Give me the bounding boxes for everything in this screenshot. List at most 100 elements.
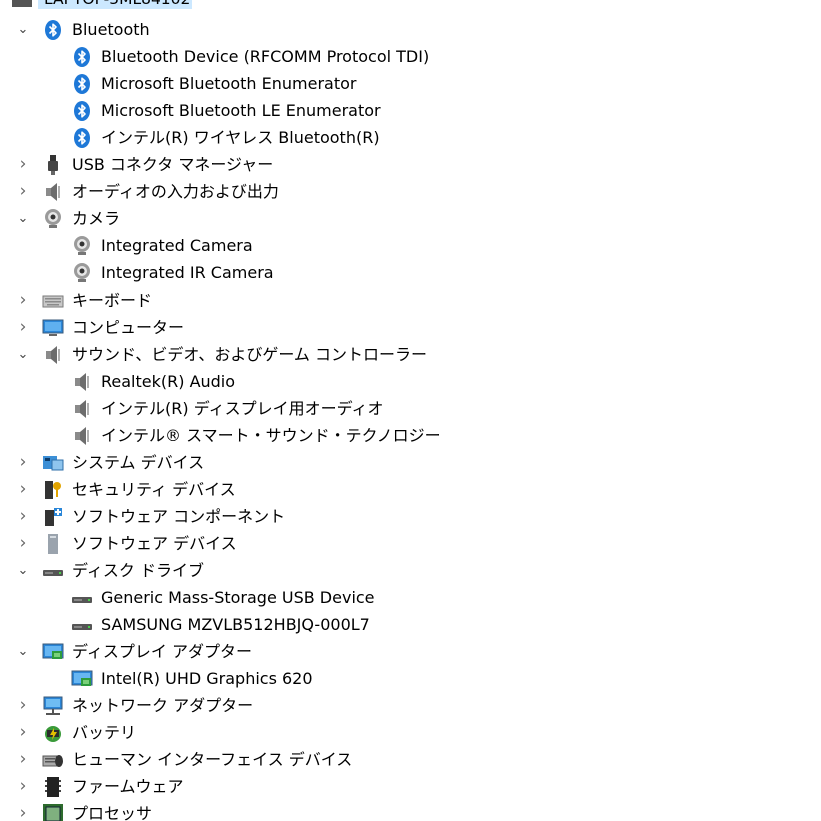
tree-category-row[interactable]: ⌄ サウンド、ビデオ、およびゲーム コントローラー xyxy=(0,341,821,368)
tree-category-row[interactable]: › セキュリティ デバイス xyxy=(0,476,821,503)
software-component-icon xyxy=(42,506,64,528)
tree-row-label: Bluetooth Device (RFCOMM Protocol TDI) xyxy=(101,47,430,67)
tree-category-row[interactable]: › ソフトウェア デバイス xyxy=(0,530,821,557)
camera-icon xyxy=(71,235,93,257)
collapse-chevron-right-icon[interactable]: › xyxy=(15,151,31,178)
tree-row-label: キーボード xyxy=(72,290,153,310)
tree-row-label: ヒューマン インターフェイス デバイス xyxy=(72,750,353,770)
tree-category-row[interactable]: › ソフトウェア コンポーネント xyxy=(0,503,821,530)
security-device-icon xyxy=(42,479,64,501)
keyboard-icon xyxy=(42,290,64,312)
tree-device-row[interactable]: Generic Mass-Storage USB Device xyxy=(0,584,821,611)
bluetooth-icon xyxy=(42,19,64,41)
speaker-icon xyxy=(42,181,64,203)
tree-row-label: インテル(R) ワイヤレス Bluetooth(R) xyxy=(101,128,380,148)
tree-device-row[interactable]: Realtek(R) Audio xyxy=(0,368,821,395)
expand-chevron-down-icon[interactable]: ⌄ xyxy=(15,557,31,584)
collapse-chevron-right-icon[interactable]: › xyxy=(15,530,31,557)
speaker-icon xyxy=(42,344,64,366)
tree-category-row[interactable]: › キーボード xyxy=(0,287,821,314)
tree-device-row[interactable]: インテル(R) ワイヤレス Bluetooth(R) xyxy=(0,124,821,151)
expand-chevron-down-icon[interactable]: ⌄ xyxy=(15,205,31,232)
tree-category-row[interactable]: › バッテリ xyxy=(0,719,821,746)
tree-row-label: コンピューター xyxy=(72,317,185,337)
tree-row-label: ソフトウェア コンポーネント xyxy=(72,506,286,526)
network-adapter-icon xyxy=(42,695,64,717)
disk-drive-icon xyxy=(71,614,93,636)
tree-root-row[interactable]: LAPTOP-5ML84102 xyxy=(0,0,821,9)
tree-row-label: ディスク ドライブ xyxy=(72,561,204,580)
tree-device-row[interactable]: インテル® スマート・サウンド・テクノロジー xyxy=(0,422,821,449)
expand-chevron-down-icon[interactable]: ⌄ xyxy=(15,638,31,665)
tree-category-row[interactable]: ⌄ ディスプレイ アダプター xyxy=(0,638,821,665)
speaker-icon xyxy=(71,398,93,420)
tree-category-row[interactable]: › USB コネクタ マネージャー xyxy=(0,151,821,178)
tree-category-row[interactable]: › ネットワーク アダプター xyxy=(0,692,821,719)
tree-row-label: インテル® スマート・サウンド・テクノロジー xyxy=(101,425,441,445)
bluetooth-icon xyxy=(71,46,93,68)
collapse-chevron-right-icon[interactable]: › xyxy=(15,178,31,205)
tree-category-row[interactable]: › システム デバイス xyxy=(0,449,821,476)
tree-row-label: ファームウェア xyxy=(72,777,184,797)
tree-device-row[interactable]: Integrated Camera xyxy=(0,232,821,259)
tree-category-row[interactable]: › ファームウェア xyxy=(0,773,821,800)
tree-row-label: Bluetooth xyxy=(72,20,150,39)
tree-category-row[interactable]: › コンピューター xyxy=(0,314,821,341)
processor-icon xyxy=(42,803,64,821)
device-manager-tree: LAPTOP-5ML84102 ⌄ Bluetooth Bluetooth Devi… xyxy=(0,0,821,821)
tree-row-label: セキュリティ デバイス xyxy=(72,479,236,499)
tree-device-row[interactable]: Integrated IR Camera xyxy=(0,259,821,286)
display-adapter-icon xyxy=(71,668,93,690)
speaker-icon xyxy=(71,371,93,393)
tree-row-label: SAMSUNG MZVLB512HBJQ-000L7 xyxy=(101,615,370,635)
collapse-chevron-right-icon[interactable]: › xyxy=(15,314,31,341)
tree-row-label: Intel(R) UHD Graphics 620 xyxy=(101,669,313,689)
tree-device-row[interactable]: Bluetooth Device (RFCOMM Protocol TDI) xyxy=(0,43,821,70)
hid-icon xyxy=(42,749,64,771)
collapse-chevron-right-icon[interactable]: › xyxy=(15,692,31,719)
tree-row-label: サウンド、ビデオ、およびゲーム コントローラー xyxy=(72,344,428,364)
collapse-chevron-right-icon[interactable]: › xyxy=(15,476,31,503)
computer-icon xyxy=(12,0,32,7)
tree-category-row[interactable]: › ヒューマン インターフェイス デバイス xyxy=(0,746,821,773)
tree-row-label: Generic Mass-Storage USB Device xyxy=(101,588,375,608)
tree-category-row[interactable]: › プロセッサ xyxy=(0,800,821,821)
collapse-chevron-right-icon[interactable]: › xyxy=(15,719,31,746)
firmware-icon xyxy=(42,776,64,798)
tree-device-row[interactable]: SAMSUNG MZVLB512HBJQ-000L7 xyxy=(0,611,821,638)
tree-device-row[interactable]: Microsoft Bluetooth LE Enumerator xyxy=(0,97,821,124)
tree-row-label: Integrated Camera xyxy=(101,236,253,256)
tree-row-label: ネットワーク アダプター xyxy=(72,696,254,716)
collapse-chevron-right-icon[interactable]: › xyxy=(15,287,31,314)
tree-category-row[interactable]: ⌄ Bluetooth xyxy=(0,16,821,43)
collapse-chevron-right-icon[interactable]: › xyxy=(15,800,31,821)
camera-icon xyxy=(42,208,64,230)
disk-drive-icon xyxy=(42,560,64,582)
collapse-chevron-right-icon[interactable]: › xyxy=(15,746,31,773)
tree-category-row[interactable]: › オーディオの入力および出力 xyxy=(0,178,821,205)
tree-row-label: Realtek(R) Audio xyxy=(101,371,236,391)
speaker-icon xyxy=(71,425,93,447)
tree-row-label: プロセッサ xyxy=(72,804,153,821)
tree-device-row[interactable]: Intel(R) UHD Graphics 620 xyxy=(0,665,821,692)
system-devices-icon xyxy=(42,452,64,474)
collapse-chevron-right-icon[interactable]: › xyxy=(15,503,31,530)
expand-chevron-down-icon[interactable]: ⌄ xyxy=(15,16,31,43)
root-computer-label: LAPTOP-5ML84102 xyxy=(44,0,190,9)
tree-row-label: Integrated IR Camera xyxy=(101,263,274,283)
bluetooth-icon xyxy=(71,127,93,149)
bluetooth-icon xyxy=(71,100,93,122)
tree-row-label: ディスプレイ アダプター xyxy=(72,642,252,662)
tree-device-row[interactable]: インテル(R) ディスプレイ用オーディオ xyxy=(0,395,821,422)
tree-row-label: ソフトウェア デバイス xyxy=(72,533,237,553)
tree-row-label: USB コネクタ マネージャー xyxy=(72,155,274,175)
disk-drive-icon xyxy=(71,587,93,609)
tree-device-row[interactable]: Microsoft Bluetooth Enumerator xyxy=(0,70,821,97)
collapse-chevron-right-icon[interactable]: › xyxy=(15,773,31,800)
software-device-icon xyxy=(42,533,64,555)
tree-category-row[interactable]: ⌄ ディスク ドライブ xyxy=(0,557,821,584)
expand-chevron-down-icon[interactable]: ⌄ xyxy=(15,341,31,368)
bluetooth-icon xyxy=(71,73,93,95)
tree-category-row[interactable]: ⌄ カメラ xyxy=(0,205,821,232)
collapse-chevron-right-icon[interactable]: › xyxy=(15,449,31,476)
